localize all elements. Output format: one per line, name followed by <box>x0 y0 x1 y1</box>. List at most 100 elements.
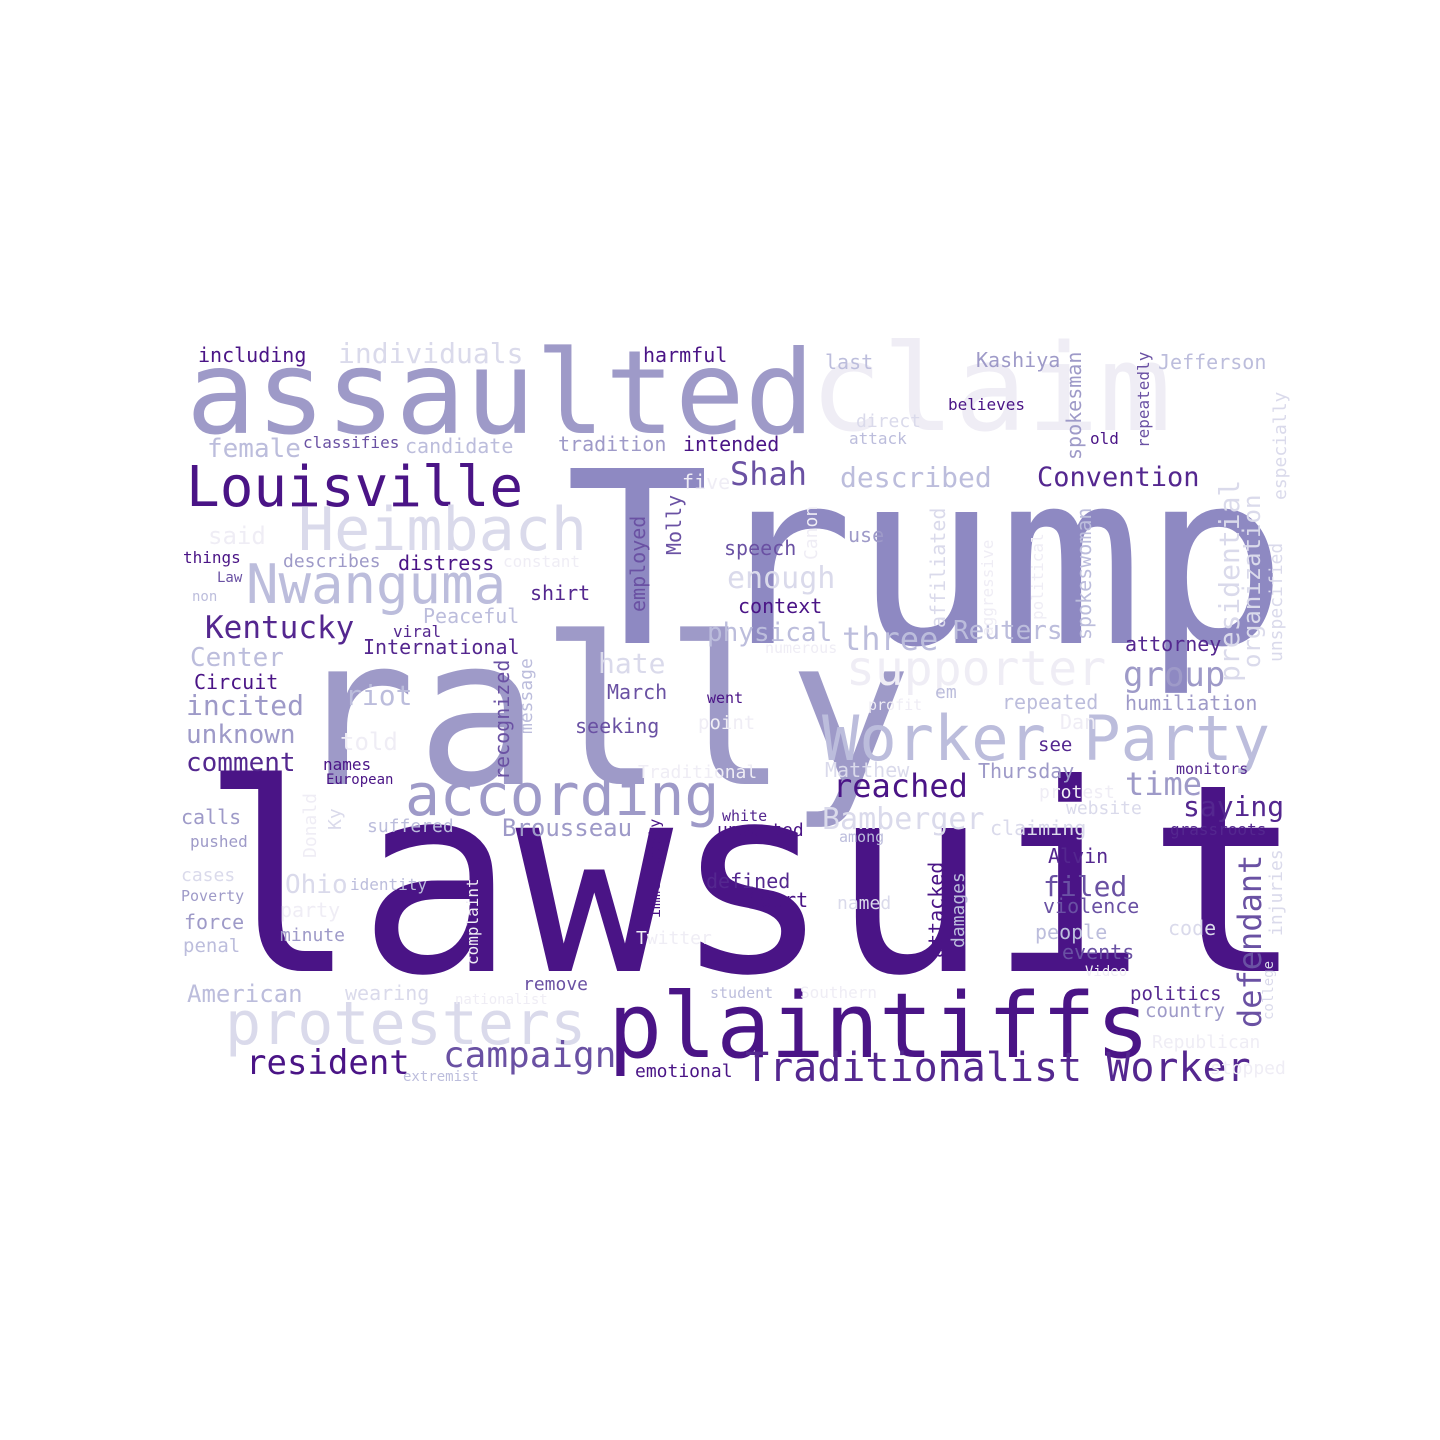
word-believes: believes <box>948 395 1026 414</box>
word-violence: violence <box>1043 894 1140 918</box>
word-shah: Shah <box>730 455 808 493</box>
word-attacked: attacked <box>924 861 948 958</box>
word-unknown: unknown <box>186 720 296 750</box>
word-damages: damages <box>948 872 969 948</box>
word-penal: penal <box>183 935 241 957</box>
word-intended: intended <box>683 432 780 456</box>
word-monitors: monitors <box>1176 760 1249 778</box>
word-speech: speech <box>724 536 797 560</box>
word-group: group <box>1123 655 1226 695</box>
word-canon: Canon <box>801 505 822 560</box>
word-alvin: Alvin <box>1048 844 1109 868</box>
word-minute: minute <box>280 925 346 946</box>
word-political: political <box>1028 533 1047 620</box>
word-harmful: harmful <box>643 343 728 367</box>
word-told: told <box>340 728 398 756</box>
word-among: among <box>839 828 885 846</box>
word-tradition: tradition <box>558 432 667 456</box>
word-cases: cases <box>181 865 236 886</box>
word-unspecified: unspecified <box>1266 542 1287 662</box>
word-college: college <box>1261 960 1277 1020</box>
word-protest: protest <box>1039 782 1115 803</box>
word-numerous: numerous <box>765 639 838 657</box>
word-repeated: repeated <box>1002 690 1099 714</box>
word-described: described <box>840 461 992 494</box>
word-em: em <box>935 682 957 703</box>
word-named: named <box>837 893 892 914</box>
word-ky: Ky <box>325 808 346 830</box>
word-jefferson: Jefferson <box>1158 350 1267 374</box>
word-suffered: suffered <box>367 816 454 837</box>
word-affiliated: affiliated <box>926 507 950 628</box>
word-twitter: Twitter <box>636 928 712 949</box>
word-immediately: immediately <box>646 818 664 918</box>
word-student: student <box>710 984 774 1002</box>
word-thursday: Thursday <box>978 759 1075 783</box>
word-country: country <box>1145 1000 1226 1022</box>
word-last: last <box>825 350 874 374</box>
word-law: Law <box>217 570 243 586</box>
word-context: context <box>738 594 823 618</box>
word-emotional: emotional <box>635 1061 733 1082</box>
word-point: point <box>698 712 756 734</box>
word-white: white <box>722 807 768 825</box>
word-five: five <box>682 470 731 494</box>
word-old: old <box>1090 429 1119 448</box>
word-profit: profit <box>868 696 923 714</box>
word-use: use <box>848 523 885 547</box>
word-riot: riot <box>345 679 413 712</box>
word-calls: calls <box>181 805 242 829</box>
word-organization: organization <box>1238 494 1266 668</box>
word-classifies: classifies <box>303 433 400 452</box>
word-distress: distress <box>398 551 495 575</box>
word-message: message <box>516 658 537 734</box>
word-kentucky: Kentucky <box>205 610 355 646</box>
word-international: International <box>363 635 520 659</box>
word-resident: resident <box>246 1043 410 1083</box>
word-extremist: extremist <box>403 1069 479 1085</box>
word-enough: enough <box>727 561 836 596</box>
word-court: Court <box>748 888 809 912</box>
word-donald: Donald <box>300 792 321 858</box>
word-video: Video <box>1085 964 1128 980</box>
word-repeatedly: repeatedly <box>1134 351 1153 448</box>
word-grassroots: grassroots <box>1170 820 1267 839</box>
word-attack: attack <box>849 429 907 448</box>
word-constant: constant <box>503 552 581 571</box>
word-comment: comment <box>186 748 296 778</box>
word-non: non <box>192 589 218 605</box>
word-events: events <box>1062 940 1135 964</box>
word-describes: describes <box>283 551 381 572</box>
word-things: things <box>183 548 241 567</box>
word-names: names <box>323 755 372 774</box>
word-stopped: stopped <box>1210 1058 1286 1079</box>
word-traditional: Traditional <box>638 762 758 783</box>
word-spokesman: spokesman <box>1062 351 1086 460</box>
word-said: said <box>208 522 266 550</box>
word-american: American <box>187 980 303 1008</box>
word-force: force <box>184 910 245 934</box>
word-incited: incited <box>186 689 305 722</box>
word-went: went <box>707 689 744 707</box>
word-molly: Molly <box>662 494 686 555</box>
word-traditionalist-worker: Traditionalist Worker <box>745 1045 1251 1091</box>
word-three: three <box>842 620 939 658</box>
word-wearing: wearing <box>345 981 430 1005</box>
word-cloud: claim assaulted Trump rally lawsuit plai… <box>0 0 1440 1440</box>
word-aggressive: aggressive <box>978 539 997 636</box>
word-seeking: seeking <box>575 714 660 738</box>
word-circuit: Circuit <box>194 670 279 694</box>
word-shirt: shirt <box>530 581 591 605</box>
word-employed: employed <box>626 515 650 612</box>
word-southern: Southern <box>800 983 878 1002</box>
word-candidate: candidate <box>405 434 514 458</box>
word-convention: Convention <box>1037 462 1200 493</box>
word-pushed: pushed <box>190 832 248 851</box>
word-republican: Republican <box>1152 1032 1261 1053</box>
word-european: European <box>326 772 394 788</box>
word-march: March <box>607 680 668 704</box>
word-nationalist: nationalist <box>455 992 548 1008</box>
word-dan: Dan <box>1060 710 1097 734</box>
word-matthew: Matthew <box>825 758 910 782</box>
word-hate: hate <box>598 647 666 680</box>
